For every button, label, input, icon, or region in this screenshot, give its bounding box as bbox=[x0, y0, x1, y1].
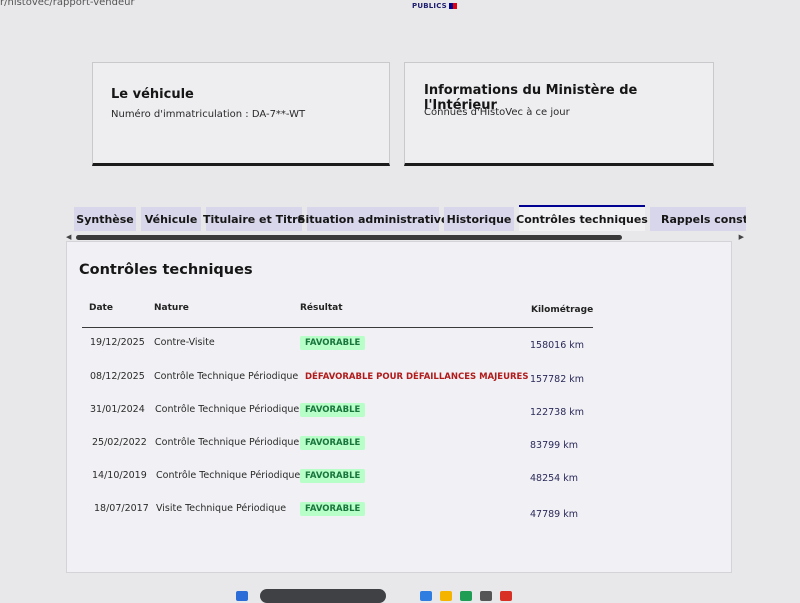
row-date: 31/01/2024 bbox=[90, 404, 145, 415]
logo-flag-icon bbox=[448, 3, 457, 9]
row-date: 19/12/2025 bbox=[90, 337, 145, 348]
vehicle-card-title: Le véhicule bbox=[111, 87, 194, 102]
row-nature: Contrôle Technique Périodique bbox=[154, 371, 299, 382]
tab-bar: Synthèse Véhicule Titulaire et Titre Sit… bbox=[74, 205, 746, 231]
row-nature: Contrôle Technique Périodique bbox=[155, 437, 300, 448]
row-km: 157782 km bbox=[530, 374, 585, 385]
scroll-right-icon[interactable]: ▶ bbox=[739, 233, 744, 241]
row-nature: Contre-Visite bbox=[154, 337, 215, 348]
table-row: 19/12/2025 Contre-Visite FAVORABLE 15801… bbox=[67, 336, 727, 356]
result-badge: FAVORABLE bbox=[300, 403, 366, 417]
tab-rappels-constructeur[interactable]: Rappels constructeur bbox=[650, 207, 746, 231]
scroll-left-icon[interactable]: ◀ bbox=[66, 233, 71, 241]
row-km: 122738 km bbox=[530, 407, 585, 418]
table-row: 25/02/2022 Contrôle Technique Périodique… bbox=[67, 436, 727, 456]
plate-number: Numéro d'immatriculation : DA-7**-WT bbox=[111, 109, 306, 120]
tab-controles-techniques[interactable]: Contrôles techniques bbox=[516, 205, 648, 231]
row-km: 48254 km bbox=[530, 473, 578, 484]
header-divider bbox=[82, 327, 593, 328]
tab-vehicule[interactable]: Véhicule bbox=[141, 207, 201, 231]
row-nature: Contrôle Technique Périodique bbox=[155, 404, 300, 415]
table-row: 18/07/2017 Visite Technique Périodique F… bbox=[67, 502, 727, 522]
tab-titulaire[interactable]: Titulaire et Titre bbox=[203, 207, 305, 231]
column-date: Date bbox=[89, 303, 113, 313]
vehicle-card: Le véhicule Numéro d'immatriculation : D… bbox=[92, 62, 390, 166]
row-date: 14/10/2019 bbox=[92, 470, 147, 481]
scrollbar-thumb[interactable] bbox=[76, 235, 622, 240]
row-nature: Visite Technique Périodique bbox=[156, 503, 287, 514]
browser-url[interactable]: r/histovec/rapport-vendeur bbox=[0, 0, 135, 8]
taskbar-search[interactable] bbox=[260, 589, 386, 603]
result-badge: FAVORABLE bbox=[300, 502, 366, 516]
column-result: Résultat bbox=[300, 303, 343, 313]
column-km: Kilométrage bbox=[531, 305, 594, 315]
ministry-card: Informations du Ministère de l'Intérieur… bbox=[404, 62, 714, 166]
row-km: 83799 km bbox=[530, 440, 578, 451]
tab-synthese[interactable]: Synthèse bbox=[74, 207, 136, 231]
service-public-logo: PUBLICS bbox=[412, 2, 457, 10]
result-badge: FAVORABLE bbox=[300, 469, 366, 483]
table-row: 31/01/2024 Contrôle Technique Périodique… bbox=[67, 403, 727, 423]
tabs-scrollbar[interactable]: ◀ ▶ bbox=[66, 233, 744, 241]
tab-historique[interactable]: Historique bbox=[444, 207, 514, 231]
row-nature: Contrôle Technique Périodique bbox=[156, 470, 301, 481]
table-row: 08/12/2025 Contrôle Technique Périodique… bbox=[67, 370, 727, 390]
result-badge: FAVORABLE bbox=[300, 436, 366, 450]
table-row: 14/10/2019 Contrôle Technique Périodique… bbox=[67, 469, 727, 489]
os-taskbar bbox=[220, 589, 540, 603]
row-date: 08/12/2025 bbox=[90, 371, 145, 382]
result-badge: FAVORABLE bbox=[300, 336, 366, 350]
result-badge: DÉFAVORABLE POUR DÉFAILLANCES MAJEURES bbox=[305, 372, 529, 382]
logo-text: PUBLICS bbox=[412, 2, 447, 10]
ministry-card-subtitle: Connues d'HistoVec à ce jour bbox=[424, 107, 570, 118]
row-date: 25/02/2022 bbox=[92, 437, 147, 448]
technical-inspections-panel: Contrôles techniques Date Nature Résulta… bbox=[66, 241, 732, 573]
section-title: Contrôles techniques bbox=[79, 262, 253, 278]
column-nature: Nature bbox=[154, 303, 189, 313]
row-km: 158016 km bbox=[530, 340, 585, 351]
row-date: 18/07/2017 bbox=[94, 503, 149, 514]
tab-situation-administrative[interactable]: Situation administrative bbox=[298, 207, 448, 231]
row-km: 47789 km bbox=[530, 509, 578, 520]
